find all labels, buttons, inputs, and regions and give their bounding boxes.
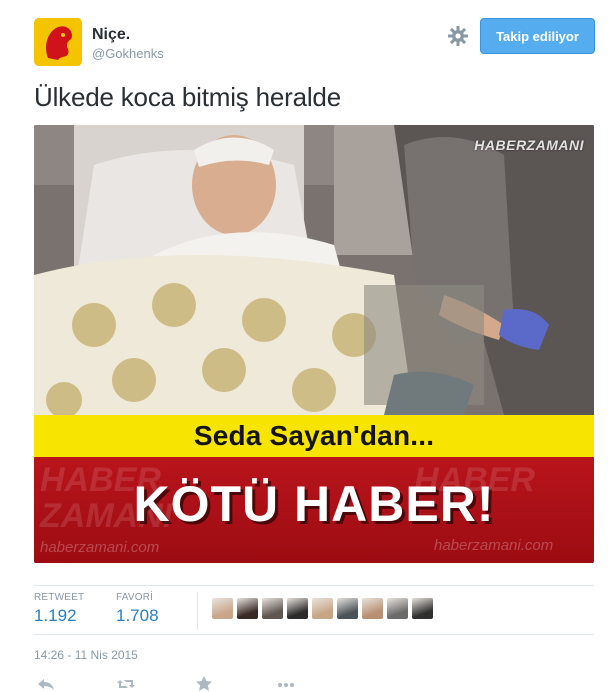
- favoriter-avatar[interactable]: [362, 598, 383, 619]
- news-photo: HABERZAMANI: [34, 125, 594, 415]
- tweet-actions: [34, 676, 334, 692]
- favoriter-avatar[interactable]: [237, 598, 258, 619]
- following-button[interactable]: Takip ediliyor: [480, 18, 595, 54]
- more-icon[interactable]: [276, 676, 296, 692]
- banner-site-right: haberzamani.com: [434, 537, 554, 554]
- banner-headline: KÖTÜ HABER!: [133, 476, 495, 532]
- favoriter-avatar[interactable]: [212, 598, 233, 619]
- favoriter-avatar[interactable]: [337, 598, 358, 619]
- tweet-text: Ülkede koca bitmiş heralde: [34, 82, 341, 112]
- stats-separator: [197, 592, 198, 630]
- favoriter-avatar[interactable]: [312, 598, 333, 619]
- retweet-stat[interactable]: RETWEET 1.192: [34, 592, 84, 626]
- divider: [34, 634, 594, 635]
- divider: [34, 585, 594, 586]
- favoriter-avatar[interactable]: [387, 598, 408, 619]
- retweet-count[interactable]: 1.192: [34, 606, 84, 626]
- favorite-stat[interactable]: FAVORİ 1.708: [116, 592, 159, 626]
- user-name[interactable]: Niçe.: [92, 26, 130, 44]
- favorite-label: FAVORİ: [116, 592, 154, 603]
- tweet-timestamp[interactable]: 14:26 - 11 Nis 2015: [34, 648, 138, 662]
- favoriter-avatar[interactable]: [287, 598, 308, 619]
- banner-subtitle: Seda Sayan'dan...: [193, 420, 435, 451]
- gear-icon[interactable]: [446, 24, 470, 48]
- photo-watermark: HABERZAMANI: [474, 137, 584, 153]
- favorite-count[interactable]: 1.708: [116, 606, 159, 626]
- reply-icon[interactable]: [36, 676, 56, 692]
- user-handle[interactable]: @Gokhenks: [92, 46, 164, 61]
- favoriter-avatar[interactable]: [412, 598, 433, 619]
- favoriter-avatar[interactable]: [262, 598, 283, 619]
- banner-headline-strip: HABER ZAMANI HABER haberzamani.com haber…: [34, 457, 594, 563]
- tweet-stats: RETWEET 1.192 FAVORİ 1.708: [34, 592, 594, 632]
- star-icon[interactable]: [194, 676, 214, 692]
- banner-site-left: haberzamani.com: [40, 539, 160, 556]
- banner-subtitle-strip: Seda Sayan'dan...: [34, 415, 594, 457]
- retweet-icon[interactable]: [116, 676, 136, 692]
- tweet-media[interactable]: HABERZAMANI Seda Sayan'dan... HABER ZAMA…: [34, 125, 594, 563]
- tweet-header: Niçe. @Gokhenks Takip ediliyor: [34, 14, 595, 70]
- avatar[interactable]: [34, 18, 82, 66]
- avatar-logo-icon: [34, 18, 82, 66]
- favoriters-avatars: [212, 598, 433, 620]
- retweet-label: RETWEET: [34, 592, 85, 603]
